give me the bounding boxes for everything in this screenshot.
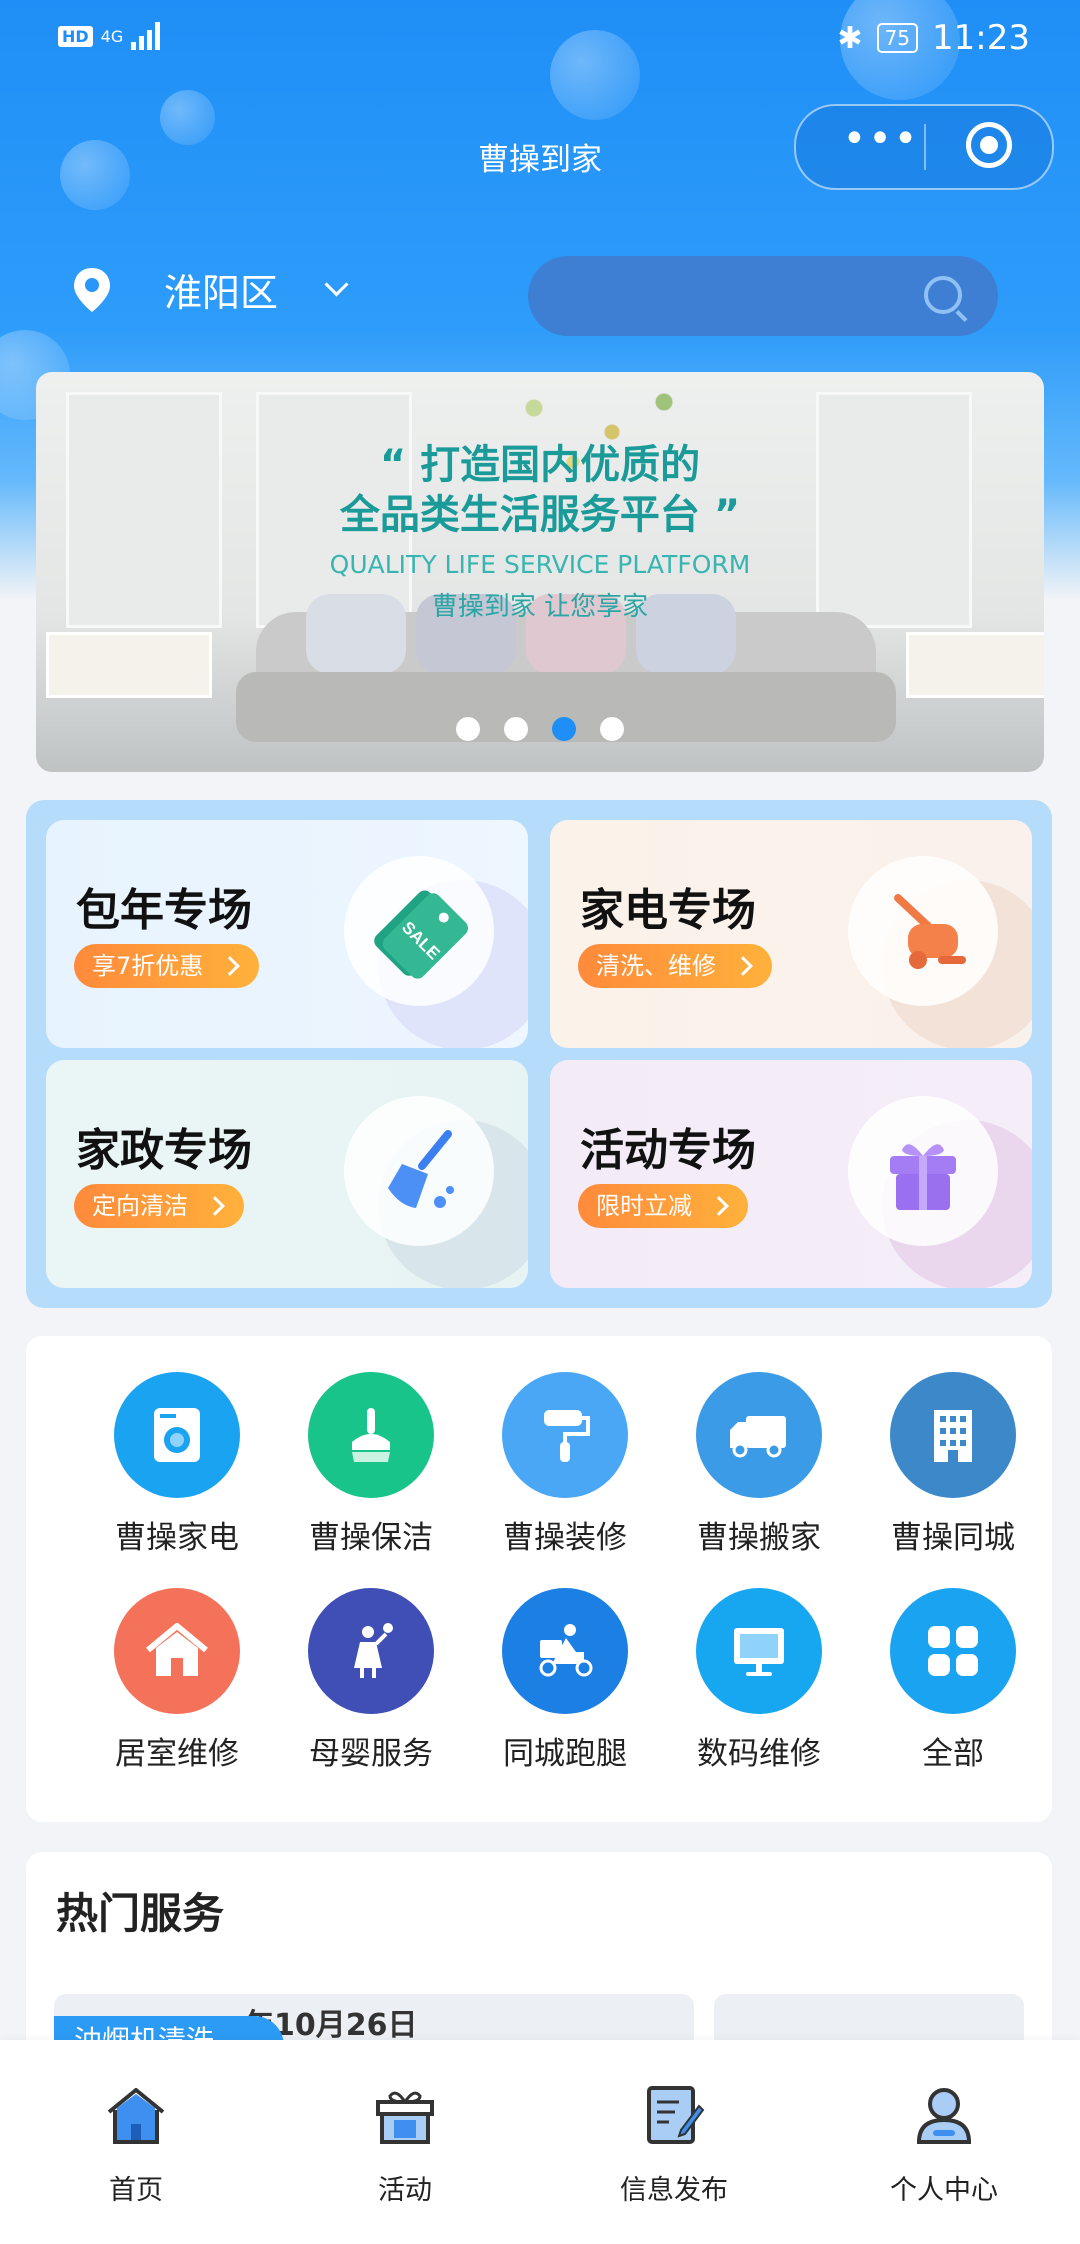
carousel-dot[interactable] xyxy=(456,717,480,741)
carousel-dot[interactable] xyxy=(600,717,624,741)
service-label: 曹操搬家 xyxy=(697,1520,821,1556)
broom-icon xyxy=(308,1372,434,1498)
broom-icon xyxy=(344,1096,494,1246)
service-label: 母婴服务 xyxy=(309,1736,433,1772)
carousel-dots xyxy=(36,717,1044,741)
search-input[interactable] xyxy=(528,256,998,336)
service-item-appliance[interactable]: 曹操家电 xyxy=(80,1372,274,1557)
sale-tag-icon: SALE xyxy=(344,856,494,1006)
building-icon xyxy=(890,1372,1016,1498)
tab-post-info[interactable]: 信息发布 xyxy=(574,2080,774,2207)
service-label: 同城跑腿 xyxy=(503,1736,627,1772)
location-name: 淮阳区 xyxy=(164,271,279,315)
delivery-scooter-icon xyxy=(502,1588,628,1714)
capsule-divider xyxy=(924,124,926,170)
truck-icon xyxy=(696,1372,822,1498)
promo-card-annual[interactable]: 包年专场 享7折优惠 SALE xyxy=(46,820,528,1048)
house-icon xyxy=(114,1588,240,1714)
mini-program-capsule: ••• xyxy=(794,104,1054,190)
service-item-errand[interactable]: 同城跑腿 xyxy=(468,1588,662,1773)
service-label: 全部 xyxy=(922,1736,984,1772)
location-selector[interactable]: 淮阳区 xyxy=(72,262,349,317)
service-item-renovation[interactable]: 曹操装修 xyxy=(468,1372,662,1557)
promo-section: 包年专场 享7折优惠 SALE 家电专场 清洗、维修 家政专场 定向清洁 活动专… xyxy=(26,800,1052,1308)
location-pin-icon xyxy=(74,267,110,312)
more-icon[interactable]: ••• xyxy=(836,119,926,168)
side-table xyxy=(46,632,212,698)
service-label: 数码维修 xyxy=(697,1736,821,1772)
promo-button[interactable]: 享7折优惠 xyxy=(74,944,260,988)
section-title: 热门服务 xyxy=(56,1889,225,1938)
service-label: 曹操同城 xyxy=(891,1520,1015,1556)
gift-icon xyxy=(848,1096,998,1246)
home-icon xyxy=(107,2088,165,2144)
paint-roller-icon xyxy=(502,1372,628,1498)
service-label: 曹操装修 xyxy=(503,1520,627,1556)
promo-card-housekeeping[interactable]: 家政专场 定向清洁 xyxy=(46,1060,528,1288)
promo-button[interactable]: 限时立减 xyxy=(578,1184,748,1228)
gift-box-icon xyxy=(376,2091,434,2144)
promo-title: 活动专场 xyxy=(580,1125,756,1176)
service-item-moving[interactable]: 曹操搬家 xyxy=(662,1372,856,1557)
hot-service-card[interactable]: 年10月26日 油烟机清洗 xyxy=(54,1994,694,2044)
service-label: 曹操保洁 xyxy=(309,1520,433,1556)
promo-card-activity[interactable]: 活动专场 限时立减 xyxy=(550,1060,1032,1288)
bottom-tab-bar: 首页 活动 信息发布 个人中心 xyxy=(0,2040,1080,2244)
monitor-icon xyxy=(696,1588,822,1714)
tab-label: 个人中心 xyxy=(890,2175,998,2206)
grid-icon xyxy=(890,1588,1016,1714)
tab-profile[interactable]: 个人中心 xyxy=(844,2080,1044,2207)
status-bar: HD 4G ✱ 75 11:23 xyxy=(0,0,1080,80)
service-label: 曹操家电 xyxy=(115,1520,239,1556)
tab-label: 活动 xyxy=(378,2175,432,2206)
chevron-down-icon xyxy=(324,272,349,297)
clock: 11:23 xyxy=(932,18,1030,58)
service-label: 居室维修 xyxy=(115,1736,239,1772)
side-table xyxy=(906,632,1044,698)
banner-subtitle: QUALITY LIFE SERVICE PLATFORM xyxy=(329,550,751,579)
battery-icon: 75 xyxy=(876,23,919,53)
banner-title-line2: 全品类生活服务平台 ” xyxy=(339,492,741,538)
promo-button[interactable]: 清洗、维修 xyxy=(578,944,772,988)
promo-title: 家政专场 xyxy=(76,1125,252,1176)
tab-label: 首页 xyxy=(109,2175,163,2206)
user-icon xyxy=(916,2088,972,2144)
carousel-dot[interactable] xyxy=(504,717,528,741)
edit-document-icon xyxy=(647,2086,705,2144)
close-target-icon[interactable] xyxy=(966,122,1012,168)
banner-title-line1: “ 打造国内优质的 xyxy=(379,442,701,488)
tab-activity[interactable]: 活动 xyxy=(305,2080,505,2207)
signal-icon xyxy=(131,22,161,50)
hot-service-card[interactable] xyxy=(714,1994,1024,2044)
search-icon[interactable] xyxy=(924,276,962,314)
banner-tagline: 曹操到家 让您享家 xyxy=(431,592,649,622)
mother-baby-icon xyxy=(308,1588,434,1714)
hd-badge: HD xyxy=(58,25,93,47)
service-item-all[interactable]: 全部 xyxy=(856,1588,1050,1773)
bluetooth-icon: ✱ xyxy=(837,20,863,56)
tab-home[interactable]: 首页 xyxy=(36,2080,236,2207)
service-grid: 曹操家电 曹操保洁 曹操装修 曹操搬家 曹操同城 居室维修 母婴服务 同城跑腿 … xyxy=(26,1336,1052,1822)
vacuum-icon xyxy=(848,856,998,1006)
promo-title: 包年专场 xyxy=(76,885,252,936)
washer-icon xyxy=(114,1372,240,1498)
tab-label: 信息发布 xyxy=(620,2175,728,2206)
network-type: 4G xyxy=(100,26,124,46)
promo-title: 家电专场 xyxy=(580,885,756,936)
service-item-maternal[interactable]: 母婴服务 xyxy=(274,1588,468,1773)
service-item-cleaning[interactable]: 曹操保洁 xyxy=(274,1372,468,1557)
banner-carousel[interactable]: “ 打造国内优质的 全品类生活服务平台 ” QUALITY LIFE SERVI… xyxy=(36,372,1044,772)
promo-card-appliance[interactable]: 家电专场 清洗、维修 xyxy=(550,820,1032,1048)
hot-services-header: 热门服务 xyxy=(26,1852,1052,1964)
service-item-city[interactable]: 曹操同城 xyxy=(856,1372,1050,1557)
service-item-home-repair[interactable]: 居室维修 xyxy=(80,1588,274,1773)
carousel-dot-active[interactable] xyxy=(552,717,576,741)
hot-services-list: 年10月26日 油烟机清洗 xyxy=(26,1964,1052,2044)
service-item-digital-repair[interactable]: 数码维修 xyxy=(662,1588,856,1773)
promo-button[interactable]: 定向清洁 xyxy=(74,1184,244,1228)
